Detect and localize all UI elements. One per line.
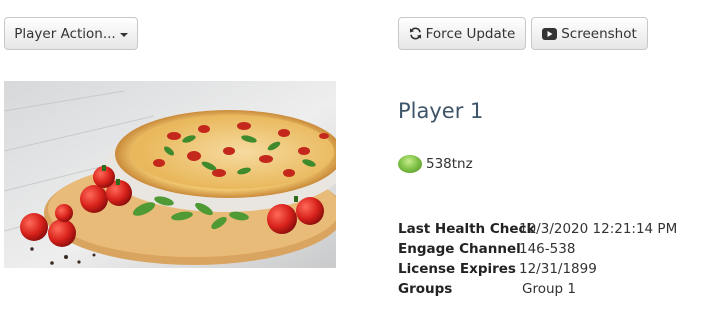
detail-label: Groups — [398, 281, 453, 297]
screenshot-label: Screenshot — [561, 25, 637, 42]
player-actions-label: Player Action... — [14, 25, 116, 42]
player-screenshot-preview — [4, 81, 336, 268]
detail-value: 146-538 — [519, 241, 576, 257]
detail-label: Engage Channel — [398, 241, 521, 257]
detail-value: 12/31/1899 — [519, 261, 597, 277]
player-actions-dropdown[interactable]: Player Action... — [4, 17, 138, 50]
youtube-play-icon — [542, 27, 558, 40]
force-update-button[interactable]: Force Update — [398, 17, 526, 50]
player-name-title: Player 1 — [398, 99, 484, 123]
detail-label: License Expires — [398, 261, 516, 277]
detail-row-groups: Groups Group 1 — [398, 279, 576, 299]
detail-value: Group 1 — [522, 281, 576, 297]
detail-row-last-health-check: Last Health Check10/3/2020 12:21:14 PM — [398, 219, 677, 239]
force-update-label: Force Update — [425, 25, 516, 42]
player-status-row: 538tnz — [398, 155, 473, 173]
player-code: 538tnz — [426, 156, 473, 172]
online-status-icon — [398, 155, 422, 173]
screenshot-button[interactable]: Screenshot — [531, 17, 648, 50]
caret-down-icon — [119, 32, 128, 37]
detail-value: 10/3/2020 12:21:14 PM — [519, 221, 678, 237]
detail-row-engage-channel: Engage Channel146-538 — [398, 239, 575, 259]
detail-label: Last Health Check — [398, 221, 536, 237]
refresh-icon — [409, 27, 422, 40]
detail-row-license-expires: License Expires 12/31/1899 — [398, 259, 597, 279]
